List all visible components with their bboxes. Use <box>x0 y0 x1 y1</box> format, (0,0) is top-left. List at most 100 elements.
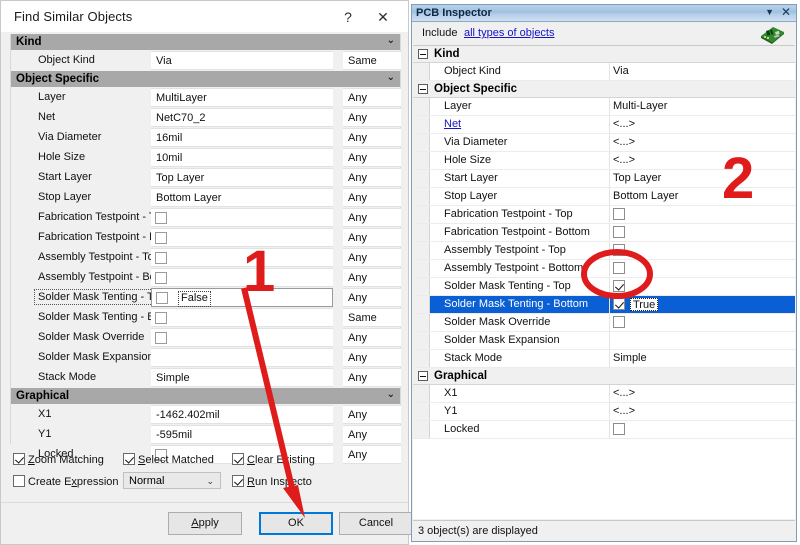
property-row[interactable]: X1 <...> <box>413 385 795 403</box>
criteria-row[interactable]: Fabrication Testpoint - T Any <box>11 208 401 228</box>
option-zoom-matching[interactable]: Zoom Matching <box>13 453 104 466</box>
tree-section-kind[interactable]: Kind <box>413 46 795 63</box>
criteria-match-cell[interactable]: Same <box>343 308 401 327</box>
criteria-match-cell[interactable]: Any <box>343 288 401 307</box>
property-value[interactable]: <...> <box>613 118 635 130</box>
property-value[interactable]: <...> <box>613 387 635 399</box>
criteria-row[interactable]: Solder Mask Tenting - B Same <box>11 308 401 328</box>
criteria-checkbox[interactable] <box>155 272 167 284</box>
criteria-value-cell[interactable] <box>151 348 333 367</box>
criteria-match-cell[interactable]: Any <box>343 208 401 227</box>
cancel-button[interactable]: Cancel <box>339 512 413 535</box>
property-value[interactable]: Via <box>613 65 629 77</box>
criteria-value-cell[interactable]: Simple <box>151 368 333 387</box>
criteria-match-cell[interactable]: Any <box>343 128 401 147</box>
property-row[interactable]: Assembly Testpoint - Bottom <box>413 260 795 278</box>
criteria-checkbox[interactable] <box>155 332 167 344</box>
apply-button[interactable]: Apply <box>168 512 242 535</box>
criteria-value-cell[interactable]: False <box>151 288 333 307</box>
criteria-match-cell[interactable]: Same <box>343 51 401 70</box>
property-row[interactable]: Solder Mask Override <box>413 314 795 332</box>
property-checkbox[interactable] <box>613 423 625 435</box>
criteria-match-cell[interactable]: Any <box>343 405 401 424</box>
option-select-matched[interactable]: Select Matched <box>123 453 214 466</box>
property-value[interactable]: <...> <box>613 405 635 417</box>
criteria-row[interactable]: Assembly Testpoint - Bot Any <box>11 268 401 288</box>
ok-button[interactable]: OK <box>259 512 333 535</box>
chevron-down-icon[interactable]: ⌄ <box>387 389 395 400</box>
select-matched-checkbox[interactable] <box>123 453 135 465</box>
option-run-inspector[interactable]: Run Inspecto <box>232 475 312 488</box>
property-row[interactable]: Solder Mask Expansion <box>413 332 795 350</box>
criteria-value-cell[interactable]: -1462.402mil <box>151 405 333 424</box>
criteria-row[interactable]: Solder Mask Override Any <box>11 328 401 348</box>
criteria-match-cell[interactable]: Any <box>343 348 401 367</box>
property-row[interactable]: Net <...> <box>413 116 795 134</box>
help-icon[interactable]: ? <box>335 7 361 27</box>
criteria-match-cell[interactable]: Any <box>343 228 401 247</box>
criteria-value-cell[interactable] <box>151 308 333 327</box>
zoom-matching-checkbox[interactable] <box>13 453 25 465</box>
property-row[interactable]: Object Kind Via <box>413 63 795 81</box>
criteria-value-cell[interactable]: MultiLayer <box>151 88 333 107</box>
property-checkbox[interactable] <box>613 316 625 328</box>
property-value[interactable]: Multi-Layer <box>613 100 667 112</box>
criteria-checkbox[interactable] <box>155 212 167 224</box>
criteria-checkbox[interactable] <box>155 232 167 244</box>
criteria-row[interactable]: Fabrication Testpoint - B Any <box>11 228 401 248</box>
collapse-minus-icon[interactable] <box>418 84 428 94</box>
property-row[interactable]: Locked <box>413 421 795 439</box>
criteria-match-cell[interactable]: Any <box>343 368 401 387</box>
criteria-row[interactable]: Solder Mask Tenting - T False Any <box>11 288 401 308</box>
match-mode-select[interactable]: Normal ⌄ <box>123 472 221 489</box>
criteria-checkbox[interactable] <box>155 252 167 264</box>
criteria-row[interactable]: Hole Size 10mil Any <box>11 148 401 168</box>
criteria-match-cell[interactable]: Any <box>343 248 401 267</box>
property-value[interactable]: Top Layer <box>613 172 661 184</box>
criteria-value-cell[interactable]: 16mil <box>151 128 333 147</box>
criteria-value-cell[interactable] <box>151 248 333 267</box>
property-row[interactable]: Solder Mask Tenting - Top <box>413 278 795 296</box>
collapse-minus-icon[interactable] <box>418 49 428 59</box>
criteria-row[interactable]: Stop Layer Bottom Layer Any <box>11 188 401 208</box>
property-checkbox[interactable] <box>613 262 625 274</box>
criteria-checkbox[interactable] <box>156 292 168 304</box>
property-row[interactable]: Stack Mode Simple <box>413 350 795 368</box>
criteria-match-cell[interactable]: Any <box>343 268 401 287</box>
criteria-match-cell[interactable]: Any <box>343 108 401 127</box>
close-icon[interactable]: ✕ <box>370 7 396 27</box>
clear-existing-checkbox[interactable] <box>232 453 244 465</box>
criteria-value-cell[interactable] <box>151 268 333 287</box>
option-create-expression[interactable]: Create Expression <box>13 475 119 488</box>
criteria-row[interactable]: Layer MultiLayer Any <box>11 88 401 108</box>
option-clear-existing[interactable]: Clear Existing <box>232 453 315 466</box>
run-inspector-checkbox[interactable] <box>232 475 244 487</box>
criteria-match-cell[interactable]: Any <box>343 328 401 347</box>
property-value[interactable]: <...> <box>613 136 635 148</box>
property-value[interactable]: <...> <box>613 154 635 166</box>
chevron-down-icon[interactable]: ⌄ <box>387 35 395 46</box>
section-header-kind[interactable]: Kind ⌄ <box>11 34 400 51</box>
criteria-row[interactable]: Start Layer Top Layer Any <box>11 168 401 188</box>
criteria-checkbox[interactable] <box>155 312 167 324</box>
criteria-value-cell[interactable] <box>151 328 333 347</box>
collapse-minus-icon[interactable] <box>418 371 428 381</box>
criteria-match-cell[interactable]: Any <box>343 188 401 207</box>
chevron-down-icon[interactable]: ⌄ <box>387 72 395 83</box>
property-checkbox[interactable] <box>613 298 625 310</box>
criteria-value-cell[interactable] <box>151 208 333 227</box>
criteria-match-cell[interactable]: Any <box>343 88 401 107</box>
criteria-row[interactable]: Y1 -595mil Any <box>11 425 401 445</box>
property-row[interactable]: Assembly Testpoint - Top <box>413 242 795 260</box>
tree-section-graphical[interactable]: Graphical <box>413 368 795 385</box>
criteria-value-cell[interactable]: Bottom Layer <box>151 188 333 207</box>
property-row[interactable]: Solder Mask Tenting - Bottom True <box>413 296 795 314</box>
property-label[interactable]: Net <box>444 118 461 130</box>
criteria-match-cell[interactable]: Any <box>343 425 401 444</box>
property-checkbox[interactable] <box>613 208 625 220</box>
criteria-match-cell[interactable]: Any <box>343 168 401 187</box>
criteria-value-cell[interactable]: NetC70_2 <box>151 108 333 127</box>
section-header-object-specific[interactable]: Object Specific ⌄ <box>11 71 400 88</box>
criteria-value-cell[interactable]: Top Layer <box>151 168 333 187</box>
criteria-value-cell[interactable]: 10mil <box>151 148 333 167</box>
